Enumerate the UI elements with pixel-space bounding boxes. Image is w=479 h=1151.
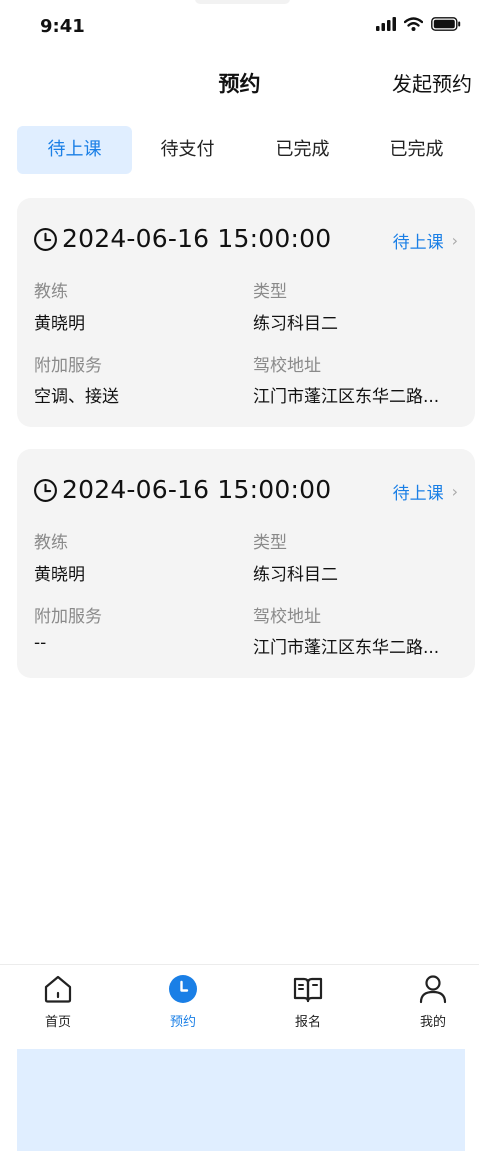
- dynamic-island: [195, 0, 290, 4]
- type-value: 练习科目二: [253, 565, 338, 585]
- status-icons: [376, 14, 461, 34]
- wifi-icon: [404, 17, 423, 31]
- tabbar-item-home[interactable]: 首页: [18, 973, 98, 1030]
- tabbar-label: 首页: [44, 1015, 71, 1030]
- clock-icon: [34, 228, 57, 251]
- card-header: 2024-06-16 15:00:00 待上课 ›: [33, 224, 458, 254]
- card-header: 2024-06-16 15:00:00 待上课 ›: [33, 475, 458, 505]
- booking-status-link[interactable]: 待上课 ›: [393, 479, 458, 504]
- create-booking-button[interactable]: 发起预约: [392, 68, 472, 97]
- bottom-tab-bar: 首页 预约 报名 我的: [0, 964, 479, 1044]
- address-value: 江门市蓬江区东华二路...: [253, 387, 440, 407]
- chevron-right-icon: ›: [451, 231, 458, 250]
- status-time: 9:41: [40, 16, 85, 37]
- coach-label: 教练: [34, 282, 68, 302]
- status-bar: 9:41: [0, 0, 479, 56]
- address-label: 驾校地址: [253, 607, 321, 627]
- booking-datetime: 2024-06-16 15:00:00: [62, 475, 332, 504]
- tab-completed[interactable]: 已完成: [245, 126, 360, 174]
- address-label: 驾校地址: [253, 356, 321, 376]
- booking-status: 待上课: [392, 484, 444, 504]
- tabbar-item-profile[interactable]: 我的: [393, 973, 473, 1030]
- type-value: 练习科目二: [253, 314, 338, 334]
- booking-datetime: 2024-06-16 15:00:00: [62, 224, 332, 253]
- tabbar-label: 报名: [294, 1015, 321, 1030]
- coach-value: 黄晓明: [34, 314, 85, 334]
- booking-status-link[interactable]: 待上课 ›: [393, 228, 458, 253]
- tab-pending-payment[interactable]: 待支付: [130, 126, 245, 174]
- service-value: 空调、接送: [34, 387, 119, 407]
- type-label: 类型: [253, 282, 287, 302]
- service-label: 附加服务: [34, 356, 102, 376]
- booking-card[interactable]: 2024-06-16 15:00:00 待上课 › 教练 黄晓明 类型 练习科目…: [17, 449, 475, 678]
- tabbar-label: 预约: [169, 1015, 196, 1030]
- booking-status: 待上课: [392, 233, 444, 253]
- tabbar-item-signup[interactable]: 报名: [268, 973, 348, 1030]
- coach-label: 教练: [34, 533, 68, 553]
- coach-value: 黄晓明: [34, 565, 85, 585]
- clock-icon: [34, 479, 57, 502]
- service-value: --: [34, 633, 47, 653]
- home-icon: [44, 975, 72, 1003]
- tab-completed-2[interactable]: 已完成: [359, 126, 474, 174]
- tabbar-item-booking[interactable]: 预约: [143, 973, 223, 1030]
- type-label: 类型: [253, 533, 287, 553]
- book-icon: [293, 977, 323, 1003]
- signal-icon: [376, 17, 396, 31]
- tabbar-label: 我的: [419, 1015, 446, 1030]
- service-label: 附加服务: [34, 607, 102, 627]
- clock-icon: [169, 975, 197, 1003]
- bottom-placeholder-block: [17, 1049, 465, 1151]
- user-icon: [419, 975, 447, 1004]
- status-tabs: 待上课 待支付 已完成 已完成: [17, 126, 467, 174]
- battery-icon: [431, 17, 461, 31]
- booking-card[interactable]: 2024-06-16 15:00:00 待上课 › 教练 黄晓明 类型 练习科目…: [17, 198, 475, 427]
- header: 预约 发起预约: [0, 60, 479, 104]
- address-value: 江门市蓬江区东华二路...: [253, 638, 440, 658]
- chevron-right-icon: ›: [451, 482, 458, 501]
- tab-pending-class[interactable]: 待上课: [17, 126, 132, 174]
